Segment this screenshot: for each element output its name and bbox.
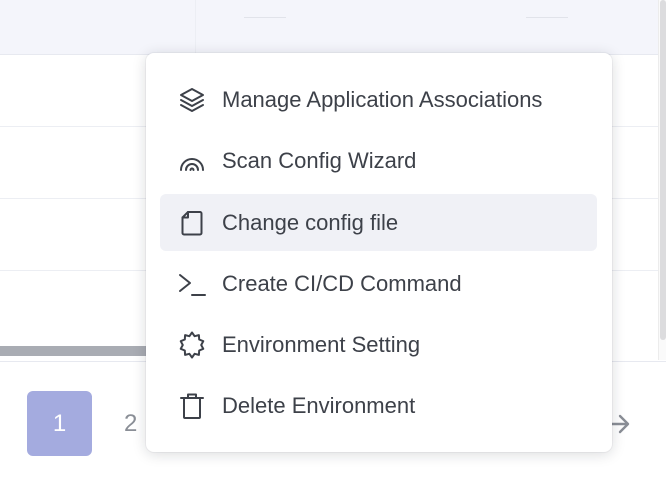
file-icon [176, 207, 208, 239]
menu-item-create-ci-cd-command[interactable]: Create CI/CD Command [160, 255, 597, 312]
environment-actions-menu: Manage Application Associations Scan Con… [146, 53, 612, 452]
column-header-placeholder [526, 17, 568, 18]
menu-item-label: Scan Config Wizard [222, 147, 417, 173]
menu-item-label: Create CI/CD Command [222, 270, 462, 296]
menu-item-delete-environment[interactable]: Delete Environment [160, 377, 597, 434]
menu-item-environment-setting[interactable]: Environment Setting [160, 316, 597, 373]
menu-item-scan-config-wizard[interactable]: Scan Config Wizard [160, 132, 597, 189]
vertical-scrollbar[interactable] [658, 0, 666, 360]
menu-item-label: Manage Application Associations [222, 86, 543, 112]
menu-item-label: Delete Environment [222, 392, 416, 418]
trash-icon [176, 390, 208, 422]
menu-item-label: Environment Setting [222, 331, 421, 357]
page-button-current[interactable]: 1 [27, 391, 92, 456]
menu-item-change-config-file[interactable]: Change config file [160, 194, 597, 251]
gear-icon [176, 329, 208, 361]
table-header [0, 0, 658, 55]
terminal-icon [176, 268, 208, 300]
layers-icon [176, 84, 208, 116]
menu-item-manage-application-associations[interactable]: Manage Application Associations [160, 71, 597, 128]
column-divider [195, 0, 196, 54]
vertical-scrollbar-thumb[interactable] [660, 0, 666, 340]
column-header-placeholder [244, 17, 286, 18]
menu-item-label: Change config file [222, 209, 399, 235]
rainbow-icon [176, 145, 208, 177]
